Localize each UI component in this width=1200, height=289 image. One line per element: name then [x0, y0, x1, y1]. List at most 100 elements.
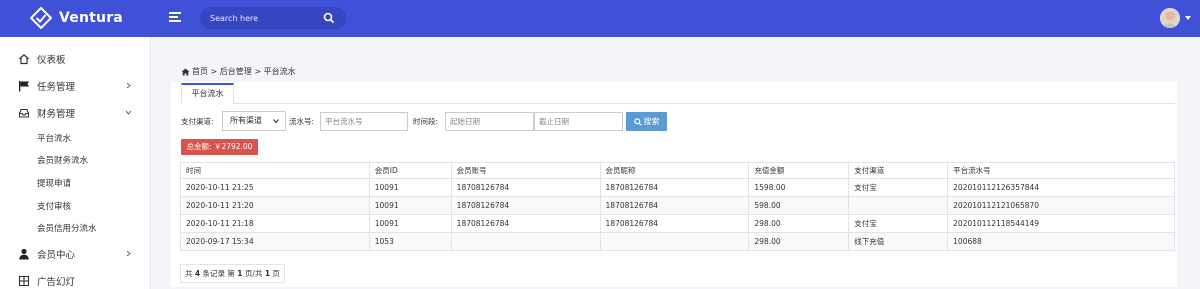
- column-header: 时间: [180, 162, 370, 179]
- table-cell: 支付宝: [848, 178, 949, 197]
- tab-platform-flow[interactable]: 平台流水: [181, 83, 234, 104]
- table-row: 2020-10-11 21:25 10091 18708126784 18708…: [180, 178, 1175, 197]
- sidebar-subitem-payment-review[interactable]: 支付审核: [37, 200, 71, 212]
- grid-icon: [18, 275, 30, 287]
- end-date-input[interactable]: 截止日期: [534, 112, 623, 131]
- sidebar-item-label: 广告幻灯: [37, 277, 76, 288]
- search-icon[interactable]: [323, 12, 335, 24]
- start-date-input[interactable]: 起始日期: [445, 112, 534, 131]
- sidebar-item-label: 会员中心: [37, 250, 76, 261]
- table-row: 2020-10-11 21:20 10091 18708126784 18708…: [180, 196, 1175, 215]
- pager-mid1: 条记录 第: [202, 269, 235, 278]
- sidebar-item-label: 财务管理: [37, 109, 76, 120]
- table-cell: 100688: [947, 232, 1175, 251]
- table-cell: 18708126784: [450, 178, 601, 197]
- chevron-down-icon: [273, 119, 279, 124]
- flow-table: 时间 会员ID 会员账号 会员昵称 充值金额 支付渠道 平台流水号 2020-1…: [180, 162, 1175, 251]
- search-box: [200, 7, 346, 29]
- table-cell: [848, 196, 949, 215]
- avatar[interactable]: [1160, 8, 1180, 28]
- table-cell: 2020-10-11 21:25: [180, 178, 370, 197]
- search-input[interactable]: [210, 11, 320, 25]
- table-row: 2020-10-11 21:18 10091 18708126784 18708…: [180, 214, 1175, 233]
- pager-prefix: 共: [185, 269, 193, 278]
- chevron-right-icon: [126, 82, 131, 89]
- avatar-image-icon: [1160, 8, 1180, 28]
- sidebar-item-ads[interactable]: 广告幻灯: [0, 270, 151, 289]
- brand[interactable]: Ventura: [30, 7, 123, 29]
- time-label: 时间段:: [413, 117, 439, 126]
- table-header-row: 时间 会员ID 会员账号 会员昵称 充值金额 支付渠道 平台流水号: [180, 162, 1175, 179]
- logo-icon: [30, 7, 52, 29]
- tab-divider: [180, 103, 1175, 104]
- table-cell: 2020-09-17 15:34: [180, 232, 370, 251]
- chevron-down-icon[interactable]: [1185, 16, 1191, 20]
- home-icon[interactable]: [181, 68, 190, 76]
- search-icon: [633, 117, 642, 126]
- column-header: 会员昵称: [599, 162, 750, 179]
- sidebar-item-dashboard[interactable]: 仪表板: [0, 48, 151, 70]
- table-cell: 10091: [368, 196, 452, 215]
- search-button-label: 搜索: [643, 117, 660, 126]
- breadcrumb: 首页 > 后台管理 > 平台流水: [181, 66, 296, 77]
- table-cell: 10091: [368, 214, 452, 233]
- table-cell: 18708126784: [450, 214, 601, 233]
- home-icon: [19, 53, 29, 65]
- pager-pages: 1: [264, 269, 271, 278]
- inbox-icon: [18, 108, 30, 118]
- total-badge: 总金额: ￥2792.00: [181, 139, 258, 155]
- channel-label: 支付渠道:: [181, 117, 214, 126]
- table-cell: [450, 232, 601, 251]
- sidebar-subitem-platform-flow[interactable]: 平台流水: [37, 132, 71, 144]
- table-cell: 202010112126357844: [947, 178, 1175, 197]
- table-cell: 18708126784: [450, 196, 601, 215]
- column-header: 会员账号: [450, 162, 601, 179]
- column-header: 支付渠道: [848, 162, 949, 179]
- breadcrumb-text[interactable]: 首页 > 后台管理 > 平台流水: [192, 66, 296, 77]
- table-cell: 18708126784: [599, 196, 750, 215]
- table-cell: 18708126784: [599, 214, 750, 233]
- sidebar-item-label: 仪表板: [37, 55, 66, 66]
- scrollbar[interactable]: [1191, 37, 1200, 289]
- serial-label: 流水号:: [289, 117, 315, 126]
- table-cell: 298.00: [748, 214, 850, 233]
- table-cell: 2020-10-11 21:20: [180, 196, 370, 215]
- sidebar-subitem-member-finance[interactable]: 会员财务流水: [37, 154, 88, 166]
- channel-select-value: 所有渠道: [230, 116, 262, 125]
- channel-select[interactable]: 所有渠道: [222, 111, 286, 131]
- sidebar-item-tasks[interactable]: 任务管理: [0, 75, 151, 97]
- table-cell: 1598.00: [748, 178, 850, 197]
- top-bar: Ventura: [0, 0, 1200, 37]
- chevron-down-icon: [125, 110, 132, 115]
- sidebar: 仪表板 任务管理 财务管理 平台流水 会员财务流水 提现申请 支付审核 会员信用…: [0, 37, 151, 289]
- flag-icon: [19, 81, 29, 92]
- column-header: 充值金额: [748, 162, 850, 179]
- hamburger-menu-icon[interactable]: [169, 12, 181, 24]
- table-cell: 18708126784: [599, 178, 750, 197]
- pager-mid2: 页/共: [244, 269, 263, 278]
- search-button[interactable]: 搜索: [626, 112, 667, 131]
- sidebar-subitem-withdraw[interactable]: 提现申请: [37, 177, 71, 189]
- sidebar-item-members[interactable]: 会员中心: [0, 243, 151, 265]
- user-icon: [19, 248, 29, 260]
- column-header: 会员ID: [368, 162, 452, 179]
- pager-page: 1: [237, 269, 243, 278]
- table-cell: 202010112118544149: [947, 214, 1175, 233]
- table-cell: 1053: [368, 232, 452, 251]
- column-header: 平台流水号: [947, 162, 1175, 179]
- brand-name: Ventura: [59, 10, 123, 26]
- pagination-info: 共 4 条记录 第 1 页/共 1 页: [180, 264, 285, 283]
- table-cell: 202010112121065870: [947, 196, 1175, 215]
- serial-input[interactable]: 平台流水号: [320, 112, 408, 131]
- table-cell: [599, 232, 750, 251]
- table-cell: 2020-10-11 21:18: [180, 214, 370, 233]
- table-cell: 10091: [368, 178, 452, 197]
- chevron-right-icon: [126, 250, 131, 257]
- table-cell: 支付宝: [848, 214, 949, 233]
- sidebar-item-label: 任务管理: [37, 82, 76, 93]
- sidebar-item-finance[interactable]: 财务管理: [0, 102, 151, 124]
- table-cell: 线下充值: [848, 232, 949, 251]
- table-cell: 298.00: [748, 232, 850, 251]
- table-cell: 598.00: [748, 196, 850, 215]
- sidebar-subitem-credit-flow[interactable]: 会员信用分流水: [37, 222, 97, 234]
